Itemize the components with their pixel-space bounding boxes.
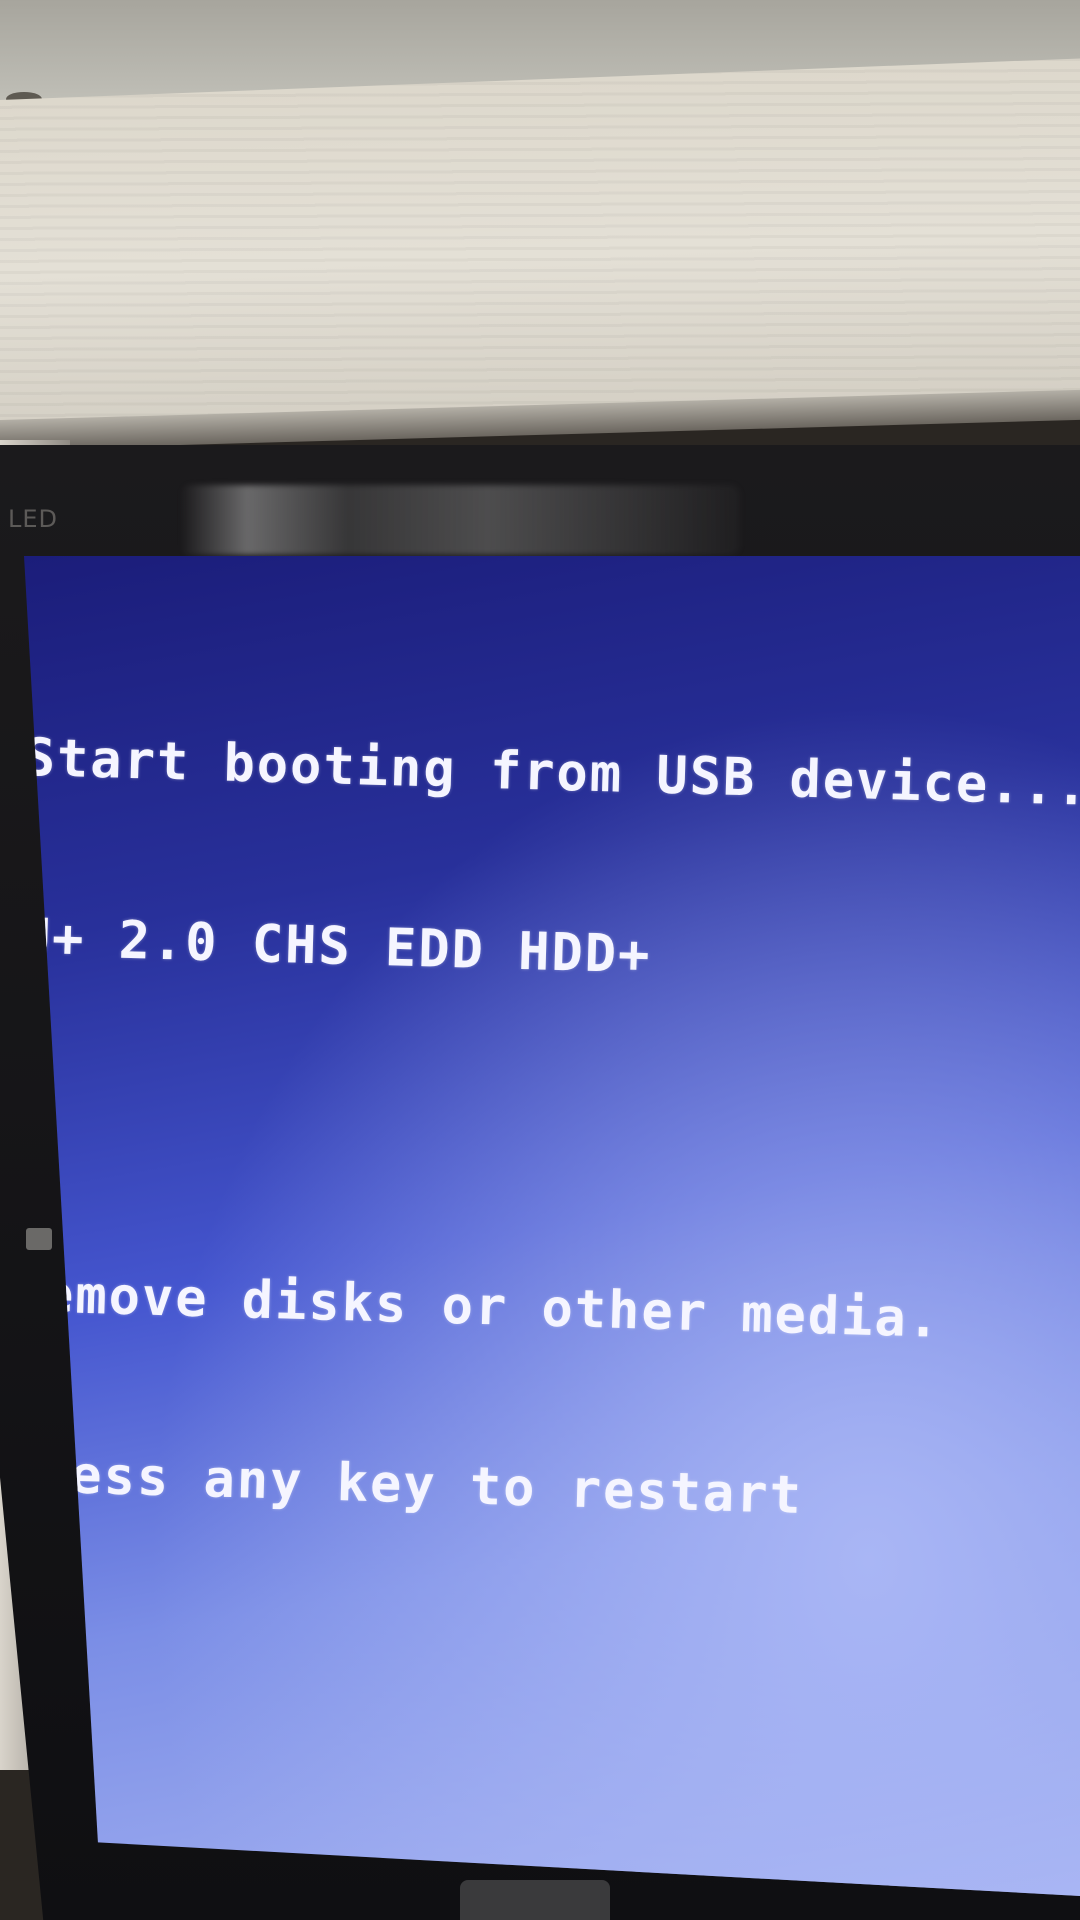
boot-console-text: Start booting from USB device... U+ 2.0 … [24, 608, 1080, 1799]
monitor-brand-logo: LED [8, 505, 59, 533]
monitor-screen: Start booting from USB device... U+ 2.0 … [24, 556, 1080, 1896]
boot-message-line: Start booting from USB device... [24, 727, 1080, 818]
remove-media-line: Remove disks or other media. [24, 1263, 942, 1350]
photo-scene: LED Start booting from USB device... U+ … [0, 0, 1080, 1920]
monitor-side-button [26, 1228, 52, 1250]
bezel-reflection [180, 485, 740, 555]
monitor-stand [460, 1880, 610, 1920]
wooden-shelf [0, 58, 1080, 450]
restart-prompt-line: Press any key to restart [24, 1443, 804, 1526]
usb-device-line: U+ 2.0 CHS EDD HDD+ [24, 907, 653, 986]
